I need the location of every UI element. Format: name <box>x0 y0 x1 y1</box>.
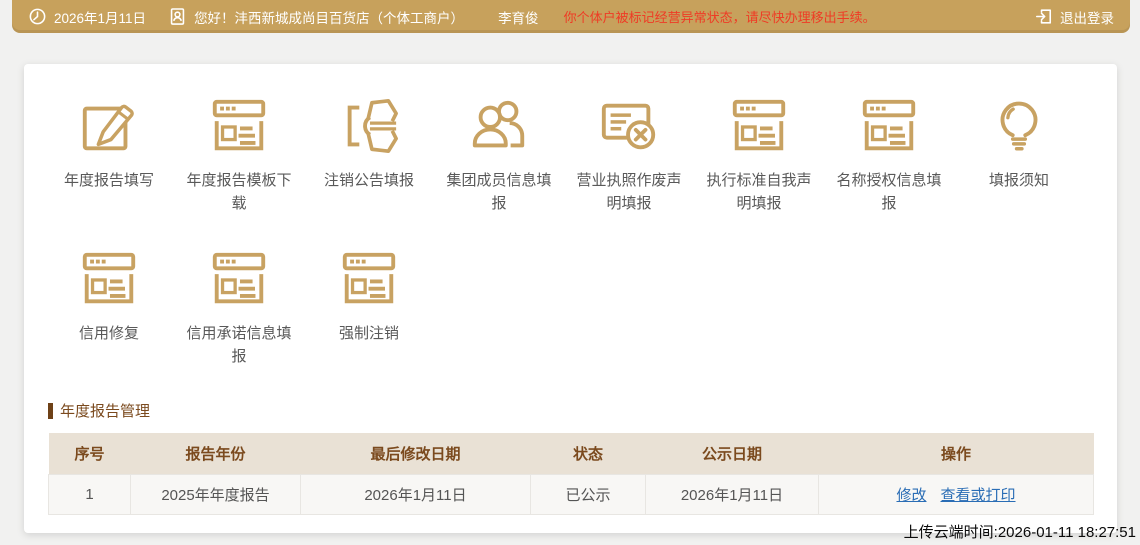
cell-modified: 2026年1月11日 <box>300 473 531 515</box>
grid-item-credit-commitment-info[interactable]: 信用承诺信息填报 <box>174 248 304 368</box>
topbar: 2026年1月11日 您好！沣西新城成尚目百货店（个体工商户） 李育俊 你个体户… <box>12 0 1130 33</box>
grid-item-label: 信用修复 <box>78 325 139 342</box>
grid-item-label: 强制注销 <box>338 325 399 342</box>
clock-icon <box>29 8 46 25</box>
section-title-bar <box>48 402 53 419</box>
edit-box-icon <box>78 95 140 157</box>
grid-item-cancellation-notice[interactable]: 注销公告填报 <box>304 95 434 215</box>
browser-doc-icon <box>728 95 790 157</box>
grid-item-annual-report-template-download[interactable]: 年度报告模板下载 <box>174 95 304 215</box>
grid-item-label: 年度报告模板下载 <box>186 172 292 212</box>
greeting-group: 您好！沣西新城成尚目百货店（个体工商户） <box>168 7 464 27</box>
table-header-row: 序号 报告年份 最后修改日期 状态 公示日期 操作 <box>48 433 1094 474</box>
main-panel: 年度报告填写 年度报告模板下载 注销公告填报 集团成员信息填报 营业执照作废声明… <box>24 64 1117 533</box>
grid-item-annual-report-fill[interactable]: 年度报告填写 <box>44 95 174 215</box>
col-header-status: 状态 <box>530 433 646 474</box>
grid-item-label: 年度报告填写 <box>63 172 154 189</box>
browser-doc-icon <box>858 95 920 157</box>
grid-item-label: 集团成员信息填报 <box>446 172 552 212</box>
section-title: 年度报告管理 <box>60 403 151 420</box>
abnormal-status-warning: 你个体户被标记经营异常状态，请尽快办理移出手续。 <box>563 10 876 25</box>
doc-cancel-icon <box>598 95 660 157</box>
col-header-publicized: 公示日期 <box>645 433 819 474</box>
upload-time: 上传云端时间:2026-01-11 18:27:51 <box>903 524 1136 541</box>
table-row: 1 2025年年度报告 2026年1月11日 已公示 2026年1月11日 修改… <box>48 473 1094 515</box>
date-group: 2026年1月11日 <box>28 7 146 27</box>
page-flip-icon <box>338 95 400 157</box>
function-grid: 年度报告填写 年度报告模板下载 注销公告填报 集团成员信息填报 营业执照作废声明… <box>44 95 1090 401</box>
grid-item-filing-instructions[interactable]: 填报须知 <box>954 95 1084 215</box>
col-header-year: 报告年份 <box>130 433 301 474</box>
current-date: 2026年1月11日 <box>54 10 147 26</box>
browser-doc-icon <box>208 248 270 310</box>
col-header-seq: 序号 <box>48 433 131 474</box>
lightbulb-icon <box>988 95 1050 157</box>
modify-link[interactable]: 修改 <box>896 487 926 504</box>
logout-label: 退出登录 <box>1060 10 1114 26</box>
view-or-print-link[interactable]: 查看或打印 <box>941 487 1016 504</box>
col-header-actions: 操作 <box>818 433 1094 474</box>
group-members-icon <box>468 95 530 157</box>
grid-item-forced-cancellation[interactable]: 强制注销 <box>304 248 434 368</box>
greeting-text: 您好！沣西新城成尚目百货店（个体工商户） <box>194 10 465 26</box>
grid-item-standard-self-declaration[interactable]: 执行标准自我声明填报 <box>694 95 824 215</box>
grid-item-label: 执行标准自我声明填报 <box>706 172 812 212</box>
grid-item-credit-repair[interactable]: 信用修复 <box>44 248 174 368</box>
grid-item-name-authorization-info[interactable]: 名称授权信息填报 <box>824 95 954 215</box>
logout-icon <box>1035 9 1052 24</box>
browser-doc-icon <box>78 248 140 310</box>
cell-publicized: 2026年1月11日 <box>645 473 819 515</box>
id-card-icon <box>170 8 185 25</box>
browser-doc-icon <box>338 248 400 310</box>
section-title-row: 年度报告管理 <box>48 400 1093 421</box>
grid-item-label: 注销公告填报 <box>323 172 414 189</box>
cell-year: 2025年年度报告 <box>130 473 301 515</box>
annual-report-management-section: 年度报告管理 序号 报告年份 最后修改日期 状态 公示日期 操作 1 2025年… <box>48 400 1094 515</box>
col-header-modified: 最后修改日期 <box>300 433 531 474</box>
cell-actions: 修改 查看或打印 <box>818 473 1094 515</box>
cell-seq: 1 <box>48 473 131 515</box>
grid-item-label: 信用承诺信息填报 <box>186 325 292 365</box>
annual-report-table: 序号 报告年份 最后修改日期 状态 公示日期 操作 1 2025年年度报告 20… <box>48 433 1094 515</box>
grid-item-label: 填报须知 <box>988 172 1049 189</box>
grid-item-label: 营业执照作废声明填报 <box>576 172 682 212</box>
grid-item-license-void-declaration[interactable]: 营业执照作废声明填报 <box>564 95 694 215</box>
username: 李育俊 <box>498 10 539 26</box>
logout-button[interactable]: 退出登录 <box>1034 7 1114 27</box>
grid-item-group-member-info[interactable]: 集团成员信息填报 <box>434 95 564 215</box>
browser-doc-icon <box>208 95 270 157</box>
cell-status: 已公示 <box>530 473 646 515</box>
grid-item-label: 名称授权信息填报 <box>836 172 942 212</box>
